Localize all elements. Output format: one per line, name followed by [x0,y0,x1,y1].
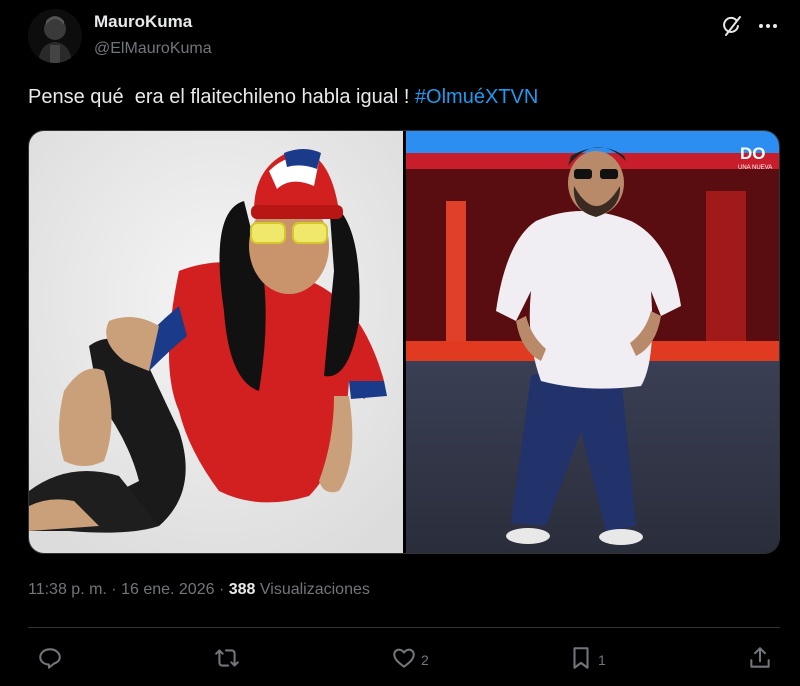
stage-logo-text: DO [740,144,766,163]
bookmark-count: 1 [598,652,606,668]
like-count: 2 [421,652,429,668]
heart-icon [391,645,417,676]
tweet-meta: 11:38 p. m. · 16 ene. 2026 · 388 Visuali… [28,581,370,599]
hashtag-link[interactable]: #OlmuéXTVN [415,86,538,108]
retweet-button[interactable] [214,646,240,674]
like-button[interactable]: 2 [391,646,429,674]
tweet-body: Pense qué era el flaitechileno habla igu… [28,86,415,108]
meta-separator: · [106,581,122,598]
bookmark-icon [568,645,594,676]
stage-logo-subtext: UNA NUEVA [738,165,772,171]
more-options-icon[interactable] [756,14,780,38]
divider [28,627,780,628]
user-handle[interactable]: @ElMauroKuma [94,40,212,58]
tweet-text: Pense qué era el flaitechileno habla igu… [28,86,538,109]
photo-left[interactable] [29,131,403,553]
photo-right[interactable]: DO UNA NUEVA [406,131,779,553]
media-grid: DO UNA NUEVA [28,130,780,554]
post-time[interactable]: 11:38 p. m. [28,581,107,598]
share-icon [747,645,773,676]
bookmark-button[interactable]: 1 [568,646,606,674]
share-button[interactable] [747,646,773,674]
display-name[interactable]: MauroKuma [94,12,192,32]
meta-separator: · [214,581,229,598]
grok-icon[interactable] [720,14,744,38]
views-count: 388 [228,581,256,598]
reply-button[interactable] [37,646,63,674]
avatar[interactable] [28,9,82,63]
views-label: Visualizaciones [259,581,370,598]
post-date[interactable]: 16 ene. 2026 [121,581,214,598]
retweet-icon [214,645,240,676]
tweet: MauroKuma @ElMauroKuma Pense qué era el … [0,0,800,686]
reply-icon [37,645,63,676]
